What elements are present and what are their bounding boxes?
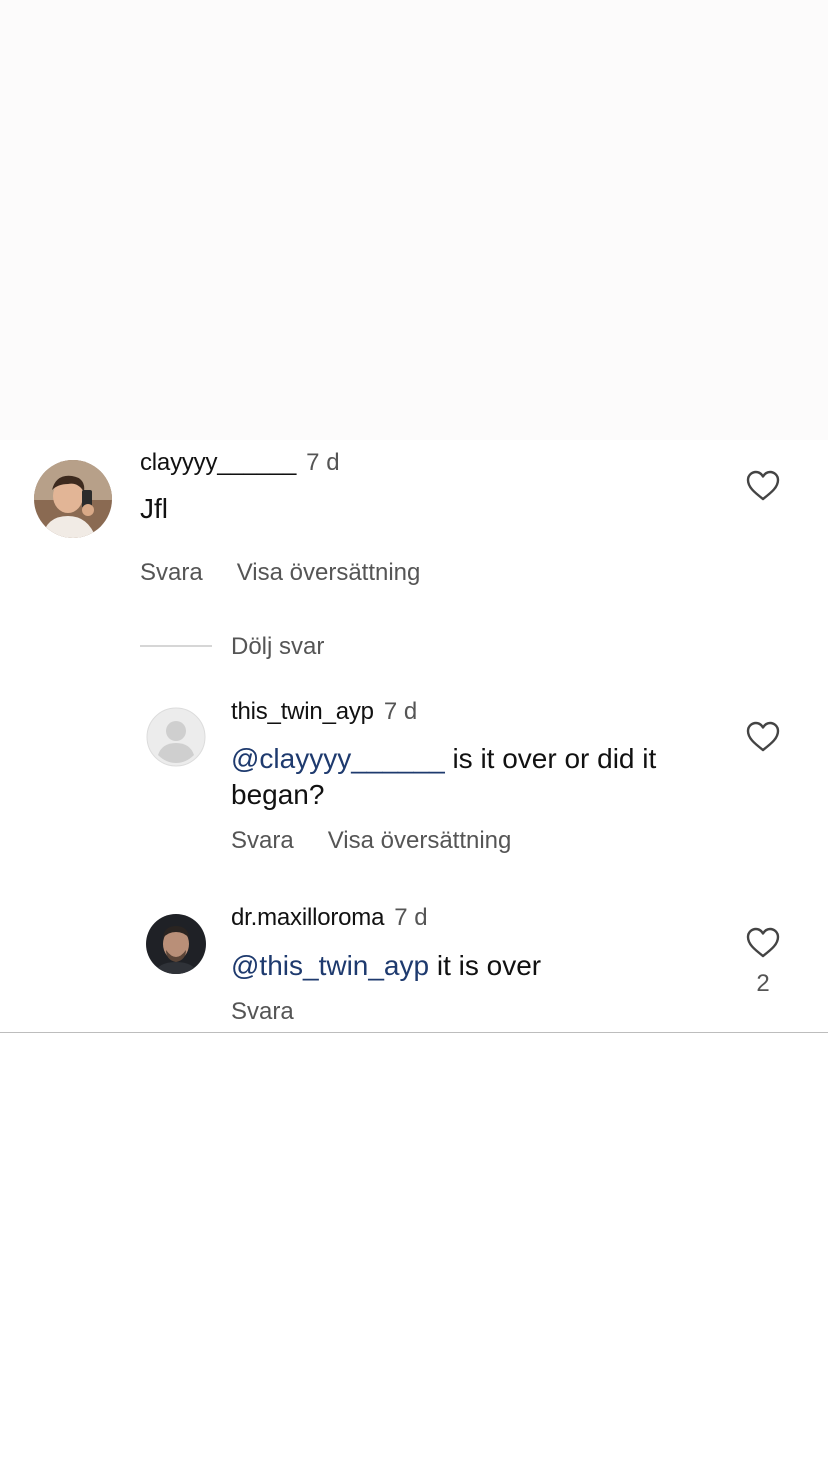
reply-button[interactable]: Svara [140, 558, 203, 588]
avatar-dr-maxilloroma[interactable] [146, 914, 206, 974]
comment-actions: Svara [231, 997, 294, 1027]
like-count: 2 [756, 970, 770, 997]
timestamp: 7 d [383, 698, 418, 725]
comment-header: dr.maxilloroma 7 d [231, 903, 428, 933]
divider [0, 1032, 828, 1033]
comment-actions: Svara Visa översättning [231, 826, 511, 856]
timestamp: 7 d [394, 904, 428, 931]
comment-header: clayyyy______ 7 d [140, 448, 340, 478]
heart-icon[interactable] [746, 470, 780, 502]
heart-icon[interactable] [746, 927, 780, 959]
translate-button[interactable]: Visa översättning [237, 558, 421, 588]
heart-icon[interactable] [746, 721, 780, 753]
timestamp: 7 d [306, 449, 340, 476]
comment-text: @this_twin_ayp it is over [231, 948, 701, 984]
hide-replies-toggle[interactable]: Dölj svar [140, 632, 540, 662]
comment-text: @clayyyy______ is it over or did it bega… [231, 741, 701, 813]
comment-actions: Svara Visa översättning [140, 558, 420, 588]
comment-header: this_twin_ayp 7 d [231, 697, 417, 727]
username[interactable]: dr.maxilloroma [231, 904, 384, 931]
reply-button[interactable]: Svara [231, 997, 294, 1027]
username[interactable]: this_twin_ayp [231, 698, 374, 725]
mention-link[interactable]: @clayyyy______ [231, 743, 445, 774]
username[interactable]: clayyyy______ [140, 449, 296, 476]
mention-link[interactable]: @this_twin_ayp [231, 950, 429, 981]
comment-body: Jfl [140, 493, 168, 524]
divider [140, 645, 212, 647]
blank-area [0, 0, 828, 440]
avatar-clayyyy[interactable] [34, 460, 112, 538]
translate-button[interactable]: Visa översättning [328, 826, 512, 856]
hide-replies-label[interactable]: Dölj svar [231, 632, 324, 662]
comment-body: it is over [436, 950, 542, 981]
comment-text: Jfl [140, 491, 168, 527]
avatar-this-twin-ayp[interactable] [146, 707, 206, 767]
reply-button[interactable]: Svara [231, 826, 294, 856]
